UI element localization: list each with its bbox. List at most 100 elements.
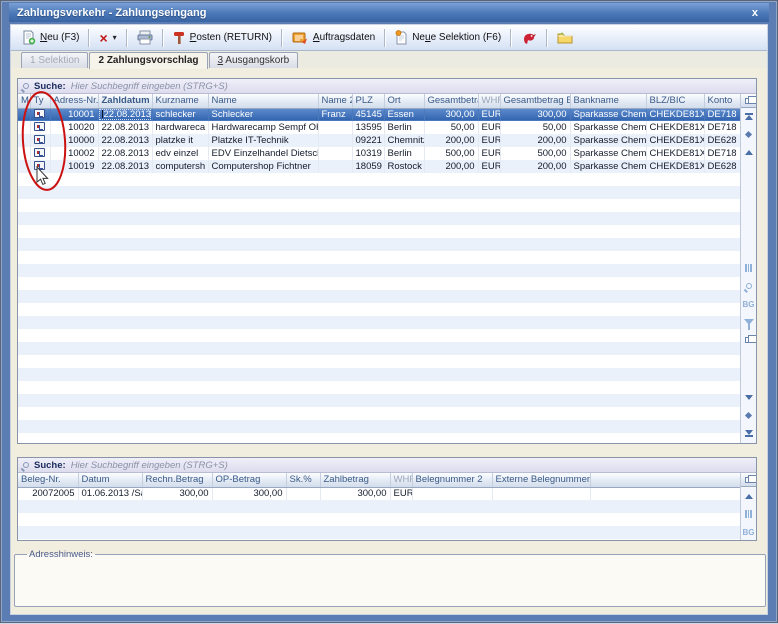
column-header-gesamtbetrag-euro[interactable]: Gesamtbetrag Euro	[500, 94, 570, 108]
zoom-button[interactable]	[743, 280, 755, 292]
column-header-datum[interactable]: Datum	[78, 473, 142, 487]
table-row[interactable]: 1002022.08.2013hardwarecaHardwarecamp Se…	[18, 121, 740, 134]
font-button[interactable]: BG	[743, 526, 755, 538]
table-cell: edv einzel	[152, 147, 208, 160]
column-header-ort[interactable]: Ort	[384, 94, 424, 108]
zoom-icon	[746, 283, 752, 289]
empty-row	[18, 225, 740, 238]
table-row[interactable]: 1001922.08.2013computershComputershop Fi…	[18, 160, 740, 173]
column-header-blz-bic[interactable]: BLZ/BIC	[646, 94, 704, 108]
column-header-ty[interactable]: Ty	[30, 94, 50, 108]
adresshinweis-fieldset: Adresshinweis:	[14, 549, 766, 607]
table-cell: 300,00	[142, 487, 212, 500]
detail-search-bar[interactable]: Suche: Hier Suchbegriff eingeben (STRG+S…	[18, 458, 756, 473]
column-header-beleg-nr-[interactable]: Beleg-Nr.	[18, 473, 78, 487]
table-cell: 22.08.2013	[98, 147, 152, 160]
table-cell: EUR	[390, 487, 412, 500]
titlebar: Zahlungsverkehr - Zahlungseingang x	[9, 3, 769, 22]
column-header-belegnummer-2[interactable]: Belegnummer 2	[412, 473, 492, 487]
column-header-zahldatum[interactable]: Zahldatum	[98, 94, 152, 108]
payments-table: MTyAdress-Nr.ZahldatumKurznameNameName 2…	[18, 94, 740, 443]
column-header-rechn-betrag[interactable]: Rechn.Betrag	[142, 473, 212, 487]
table-cell	[30, 134, 50, 147]
column-chooser-icon	[745, 98, 753, 104]
posten-button[interactable]: Posten (RETURN)	[167, 28, 278, 48]
table-cell: 200,00	[500, 160, 570, 173]
scroll-first-button[interactable]	[743, 110, 755, 122]
column-header-gesamtbetrag[interactable]: Gesamtbetrag	[424, 94, 478, 108]
close-icon[interactable]: x	[749, 7, 761, 19]
folder-icon	[557, 31, 573, 44]
toolbar-separator	[88, 29, 90, 47]
table-cell: 01.06.2013 /Sa	[78, 487, 142, 500]
table-cell: Franz	[318, 108, 352, 121]
column-header-externe-belegnummer[interactable]: Externe Belegnummer	[492, 473, 590, 487]
optimize-columns-button[interactable]	[743, 508, 755, 520]
column-header-name[interactable]: Name	[208, 94, 318, 108]
column-header-konto[interactable]: Konto	[704, 94, 740, 108]
empty-row	[18, 329, 740, 342]
scroll-down-button[interactable]	[743, 391, 755, 403]
table-cell: 500,00	[500, 147, 570, 160]
record-position-icon	[745, 130, 752, 137]
main-search-bar[interactable]: Suche: Hier Suchbegriff eingeben (STRG+S…	[18, 79, 756, 94]
tabstrip: 1 Selektion 2 Zahlungsvorschlag 3 Ausgan…	[11, 51, 767, 68]
dropdown-arrow-icon[interactable]: ▾	[113, 33, 117, 42]
table-cell: 22.08.2013	[98, 108, 152, 121]
table-row[interactable]: 2007200501.06.2013 /Sa300,00300,00300,00…	[18, 487, 740, 500]
bird-button[interactable]	[515, 28, 543, 48]
table-cell: CHEKDE81XXX	[646, 160, 704, 173]
column-header-whr[interactable]: WHR	[478, 94, 500, 108]
table-cell	[18, 147, 30, 160]
tab-ausgangskorb[interactable]: 3 Ausgangskorb	[209, 52, 299, 68]
scroll-last-button[interactable]	[743, 427, 755, 439]
column-header-whr[interactable]: WHR	[390, 473, 412, 487]
payment-type-icon	[34, 122, 45, 131]
scroll-up-button[interactable]	[743, 146, 755, 158]
order-data-icon	[292, 31, 309, 45]
optimize-columns-button[interactable]	[743, 262, 755, 274]
table-row[interactable]: 1000222.08.2013edv einzelEDV Einzelhande…	[18, 147, 740, 160]
empty-row	[18, 500, 740, 513]
column-header-m[interactable]: M	[18, 94, 30, 108]
empty-row	[18, 381, 740, 394]
table-row[interactable]: 1000022.08.2013platzke itPlatzke IT-Tech…	[18, 134, 740, 147]
table-cell: EUR	[478, 108, 500, 121]
table-cell: hardwareca	[152, 121, 208, 134]
table-cell	[590, 487, 740, 500]
column-header-sk-[interactable]: Sk.%	[286, 473, 320, 487]
new-button[interactable]: Neu (F3)	[15, 27, 85, 48]
folder-button[interactable]	[551, 28, 579, 47]
column-chooser-button[interactable]	[741, 473, 756, 487]
auftragsdaten-button[interactable]: Auftragsdaten	[286, 28, 381, 48]
scroll-up-button[interactable]	[743, 490, 755, 502]
column-header-kurzname[interactable]: Kurzname	[152, 94, 208, 108]
payment-proposal-panel: Suche: Hier Suchbegriff eingeben (STRG+S…	[17, 78, 757, 444]
column-header-spacer[interactable]	[590, 473, 740, 487]
search-placeholder: Hier Suchbegriff eingeben (STRG+S)	[71, 460, 228, 471]
table-cell: DE628	[704, 134, 740, 147]
column-chooser-button[interactable]	[741, 94, 756, 108]
tab-selektion[interactable]: 1 Selektion	[21, 52, 88, 68]
search-magnifier-icon	[23, 462, 29, 468]
table-cell: 300,00	[320, 487, 390, 500]
column-header-name-2[interactable]: Name 2	[318, 94, 352, 108]
print-button[interactable]	[131, 27, 159, 48]
table-cell	[18, 108, 30, 121]
column-header-zahlbetrag[interactable]: Zahlbetrag	[320, 473, 390, 487]
table-row[interactable]: 1000122.08.2013schleckerSchleckerFranz45…	[18, 108, 740, 121]
copy-button[interactable]	[743, 334, 755, 346]
record-position-marker	[743, 128, 755, 140]
column-header-op-betrag[interactable]: OP-Betrag	[212, 473, 286, 487]
table-cell	[318, 147, 352, 160]
filter-button[interactable]	[743, 316, 755, 328]
neue-selektion-button[interactable]: Neue Selektion (F6)	[389, 27, 507, 48]
table-cell: DE718	[704, 121, 740, 134]
tab-zahlungsvorschlag[interactable]: 2 Zahlungsvorschlag	[89, 52, 207, 69]
font-button[interactable]: BG	[743, 298, 755, 310]
delete-button[interactable]: × ▾	[93, 30, 122, 46]
column-header-adress-nr-[interactable]: Adress-Nr.	[50, 94, 98, 108]
column-header-plz[interactable]: PLZ	[352, 94, 384, 108]
empty-row	[18, 368, 740, 381]
column-header-bankname[interactable]: Bankname	[570, 94, 646, 108]
